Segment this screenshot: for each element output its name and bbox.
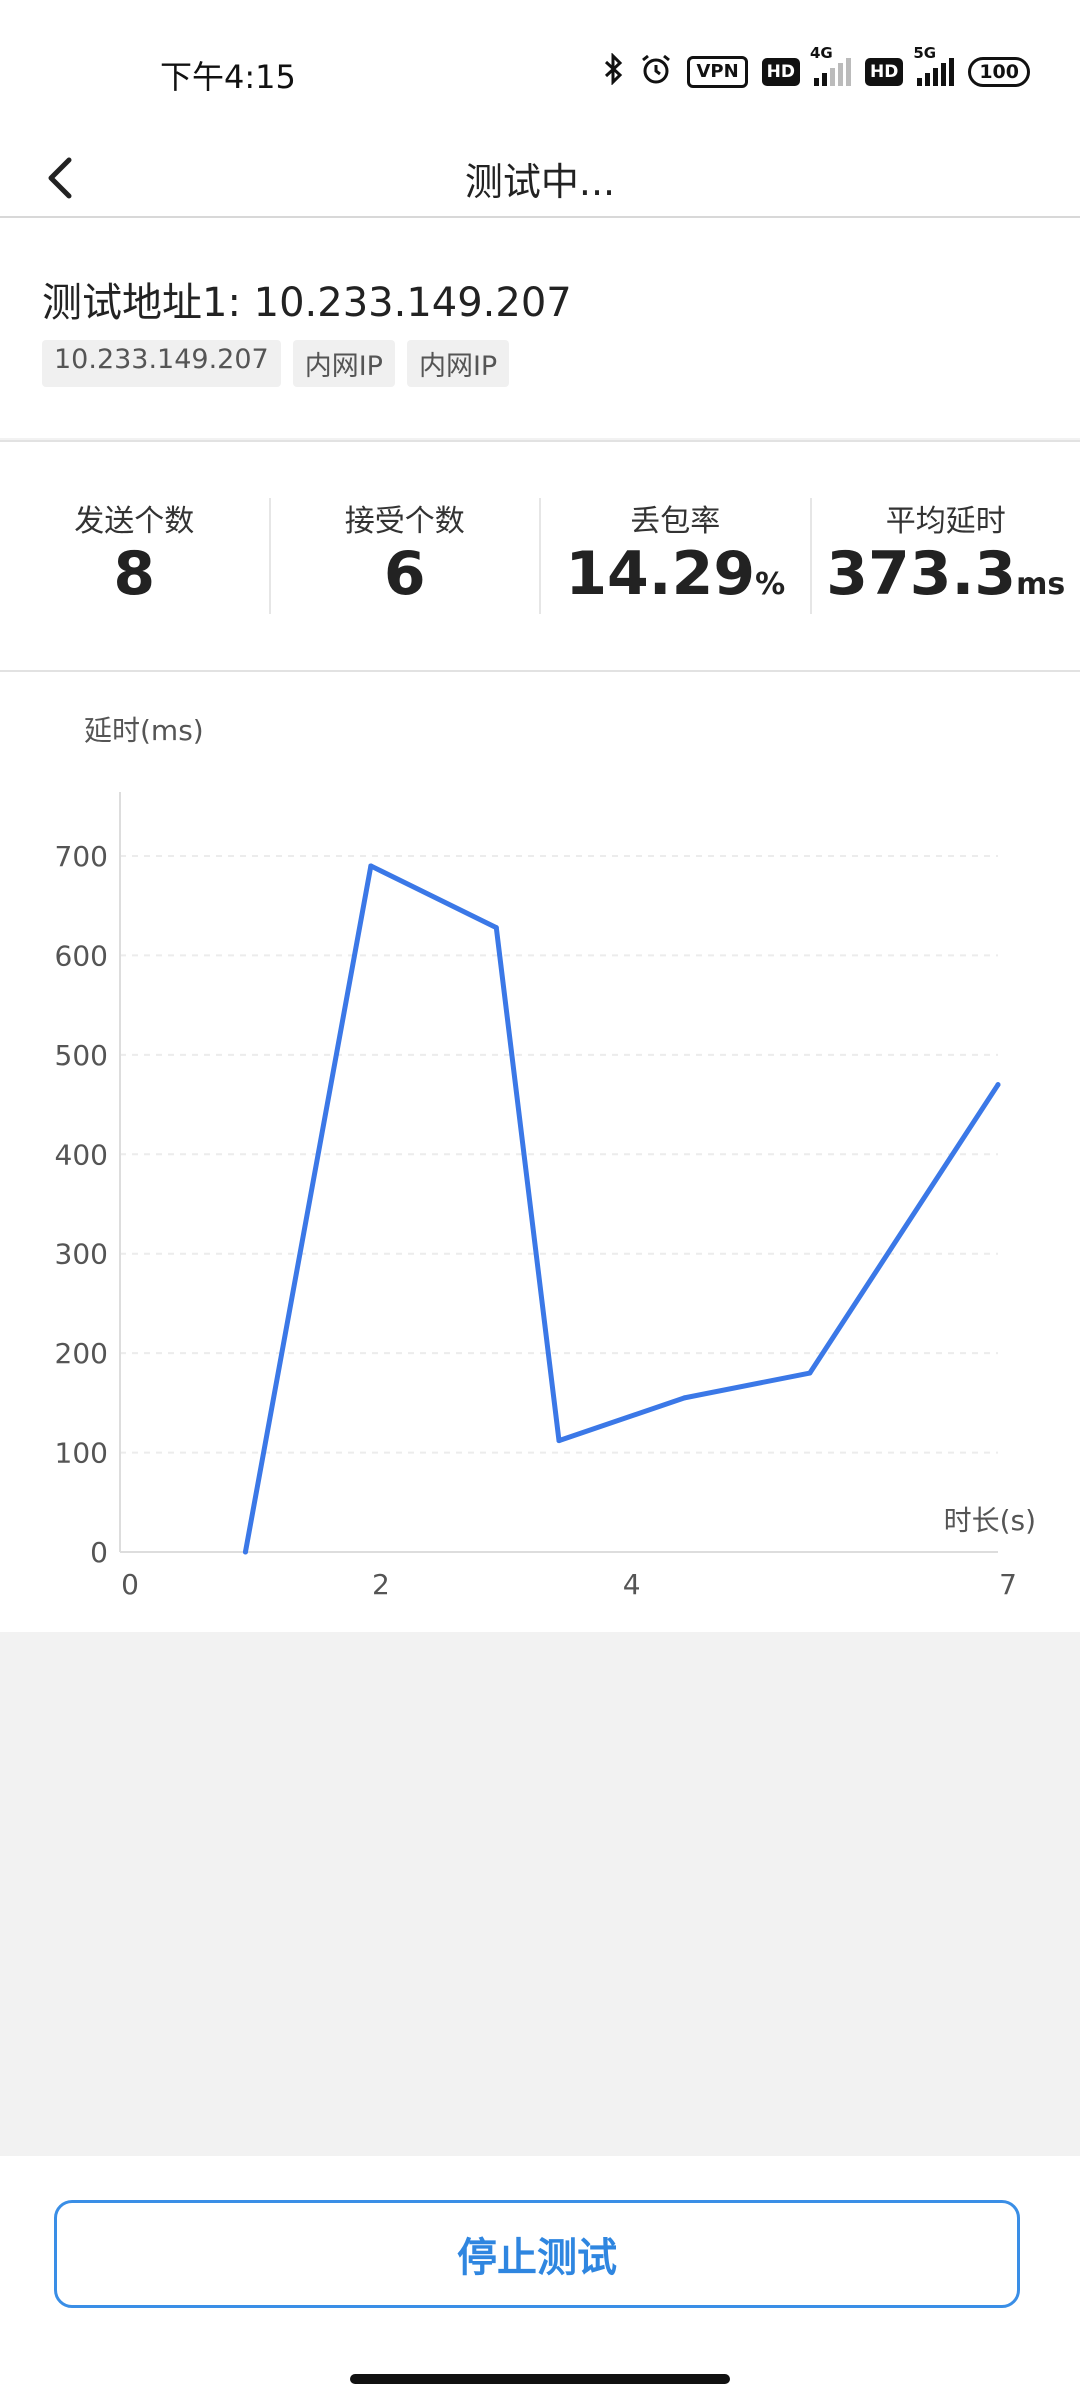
x-tick-label: 0 bbox=[121, 1568, 139, 1601]
y-tick-label: 700 bbox=[55, 840, 108, 873]
hd-icon-2: HD bbox=[864, 58, 904, 86]
data-point bbox=[242, 1549, 248, 1555]
battery-icon: 100 bbox=[968, 57, 1030, 87]
stat-label: 接受个数 bbox=[344, 503, 465, 539]
intranet-tag: 内网IP bbox=[292, 340, 395, 387]
y-tick-label: 500 bbox=[55, 1039, 108, 1072]
data-point bbox=[556, 1438, 562, 1444]
latency-chart-svg: 0 100 200 300 400 500 600 700 0 2 4 7 延时(ms) 时长(s) bbox=[55, 714, 1036, 1601]
y-axis-title: 延时(ms) bbox=[84, 714, 204, 747]
address-title: 测试地址1: 10.233.149.207 bbox=[42, 280, 572, 326]
data-point bbox=[368, 863, 374, 869]
bluetooth-icon bbox=[603, 52, 625, 91]
intranet-tag: 内网IP bbox=[406, 340, 510, 387]
address-card: 测试地址1: 10.233.149.207 10.233.149.207 内网I… bbox=[0, 218, 1080, 438]
signal-4g-icon: 4G bbox=[810, 44, 851, 86]
x-tick-label: 7 bbox=[999, 1568, 1017, 1601]
x-tick-label: 4 bbox=[623, 1568, 641, 1601]
vpn-icon: VPN bbox=[687, 56, 748, 88]
signal-5g-icon: 5G bbox=[913, 44, 955, 86]
stat-value: 6 bbox=[383, 538, 426, 609]
stat-received: 接受个数 6 bbox=[271, 498, 541, 614]
stats-panel: 发送个数 8 接受个数 6 丢包率 14.29% 平均延时 373.3ms bbox=[0, 442, 1080, 670]
chevron-left-icon bbox=[48, 157, 72, 199]
app-header: 测试中... bbox=[0, 140, 1080, 216]
status-bar: 下午4:15 VPN HD 4G HD 5G 100 bbox=[0, 0, 1080, 140]
stat-value: 373.3ms bbox=[826, 538, 1066, 609]
home-indicator[interactable] bbox=[350, 2374, 730, 2384]
y-tick-label: 200 bbox=[55, 1337, 108, 1370]
y-tick-label: 400 bbox=[55, 1138, 108, 1171]
page-title: 测试中... bbox=[464, 159, 616, 204]
y-tick-label: 0 bbox=[90, 1536, 108, 1569]
hd-icon: HD bbox=[761, 58, 800, 86]
y-tick-label: 600 bbox=[55, 939, 108, 972]
latency-chart: 0 100 200 300 400 500 600 700 0 2 4 7 延时(ms) 时长(s) bbox=[0, 672, 1080, 1632]
stat-avg-latency: 平均延时 373.3ms bbox=[812, 498, 1080, 614]
bottom-bar: 停止测试 bbox=[0, 2156, 1080, 2400]
back-button[interactable] bbox=[30, 140, 90, 216]
status-icons: VPN HD 4G HD 5G 100 bbox=[603, 44, 1030, 92]
stat-sent: 发送个数 8 bbox=[0, 498, 271, 614]
x-tick-label: 2 bbox=[372, 1568, 390, 1601]
y-tick-label: 100 bbox=[55, 1437, 108, 1470]
data-point bbox=[995, 1082, 1001, 1088]
stat-loss-rate: 丢包率 14.29% bbox=[541, 498, 812, 614]
stat-label: 丢包率 bbox=[630, 503, 721, 539]
stop-test-button[interactable]: 停止测试 bbox=[54, 2200, 1020, 2308]
data-point bbox=[807, 1370, 813, 1376]
alarm-icon bbox=[639, 52, 673, 92]
series-line bbox=[242, 863, 1001, 1555]
data-point bbox=[493, 925, 499, 931]
ip-tag: 10.233.149.207 bbox=[42, 340, 281, 387]
stat-label: 平均延时 bbox=[885, 503, 1006, 539]
data-point bbox=[681, 1395, 687, 1401]
stat-value: 8 bbox=[113, 538, 156, 609]
stat-label: 发送个数 bbox=[74, 503, 195, 539]
stat-value: 14.29% bbox=[565, 538, 786, 609]
x-axis-title: 时长(s) bbox=[944, 1504, 1036, 1537]
address-tags: 10.233.149.207 内网IP 内网IP bbox=[42, 340, 510, 387]
y-tick-label: 300 bbox=[55, 1238, 108, 1271]
status-time: 下午4:15 bbox=[160, 58, 296, 96]
